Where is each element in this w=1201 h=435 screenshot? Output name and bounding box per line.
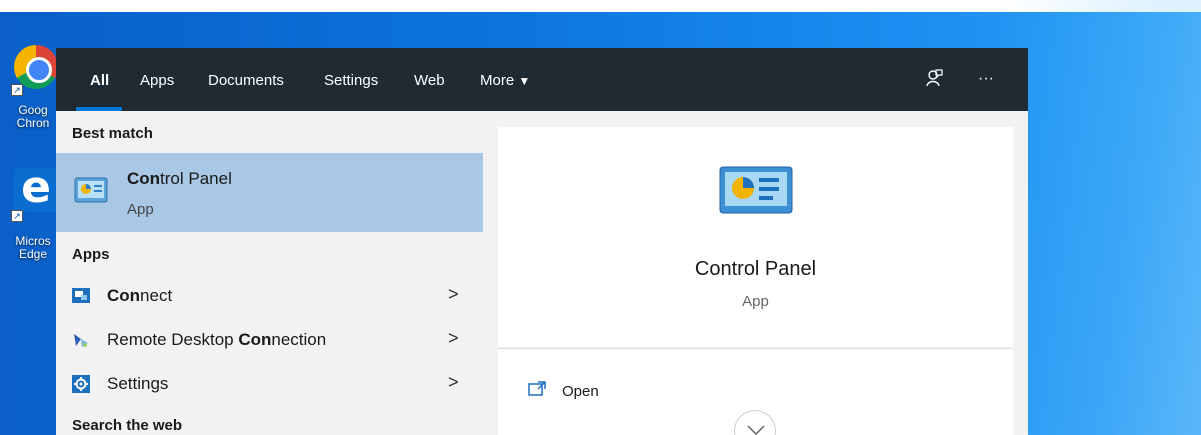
remote-desktop-icon (74, 334, 88, 347)
list-item-connect[interactable]: Connect > (56, 274, 483, 318)
desktop-icon-chrome-label[interactable]: Goog Chron (8, 104, 58, 130)
edge-icon[interactable]: e (14, 166, 58, 212)
results-list: Best match Control Panel App Apps Connec… (56, 111, 483, 435)
list-item-remote-desktop[interactable]: Remote Desktop Connection > (56, 318, 483, 362)
best-match-item[interactable]: Control Panel App (56, 153, 483, 232)
gear-icon (72, 375, 90, 393)
search-web-header: Search the web (72, 417, 183, 434)
more-options-button[interactable]: ··· (978, 70, 994, 88)
desktop-background (1000, 0, 1201, 435)
chrome-icon[interactable] (14, 45, 58, 89)
search-panel: All Apps Documents Settings Web More ▼ ·… (56, 48, 1028, 435)
shortcut-arrow-icon: ↗ (11, 84, 23, 96)
tab-web[interactable]: Web (414, 72, 445, 112)
chevron-down-icon: ▼ (518, 74, 531, 88)
preview-pane: Control Panel App Open (498, 127, 1013, 435)
tab-more[interactable]: More ▼ (480, 72, 530, 112)
tab-all[interactable]: All (90, 72, 109, 112)
chevron-right-icon[interactable]: > (448, 284, 459, 305)
list-item-label: Settings (107, 374, 169, 393)
apps-header: Apps (72, 246, 110, 263)
control-panel-icon (74, 177, 108, 203)
control-panel-large-icon (719, 166, 793, 214)
chevron-right-icon[interactable]: > (448, 328, 459, 349)
preview-card: Control Panel App (498, 127, 1013, 347)
best-match-name: Control Panel (127, 169, 232, 188)
list-item-label: Remote Desktop Connection (107, 330, 327, 349)
tab-settings[interactable]: Settings (324, 72, 378, 112)
open-action-label: Open (562, 383, 599, 400)
open-action[interactable]: Open (498, 367, 1013, 411)
desktop-icon-edge-label[interactable]: Micros Edge (8, 235, 58, 261)
best-match-header: Best match (72, 125, 153, 142)
list-item-label: Connect (107, 286, 173, 305)
preview-title: Control Panel (694, 258, 817, 280)
connect-icon (72, 288, 90, 303)
shortcut-arrow-icon: ↗ (11, 210, 23, 222)
best-match-type: App (127, 201, 154, 218)
tab-apps[interactable]: Apps (140, 72, 174, 112)
feedback-icon[interactable] (924, 68, 944, 93)
search-tabs-bar: All Apps Documents Settings Web More ▼ ·… (56, 48, 1028, 111)
chevron-right-icon[interactable]: > (448, 372, 459, 393)
open-icon (528, 381, 546, 396)
chevron-down-icon (747, 425, 765, 435)
tab-documents[interactable]: Documents (208, 72, 284, 112)
preview-type: App (742, 293, 769, 310)
list-item-settings[interactable]: Settings > (56, 362, 483, 406)
